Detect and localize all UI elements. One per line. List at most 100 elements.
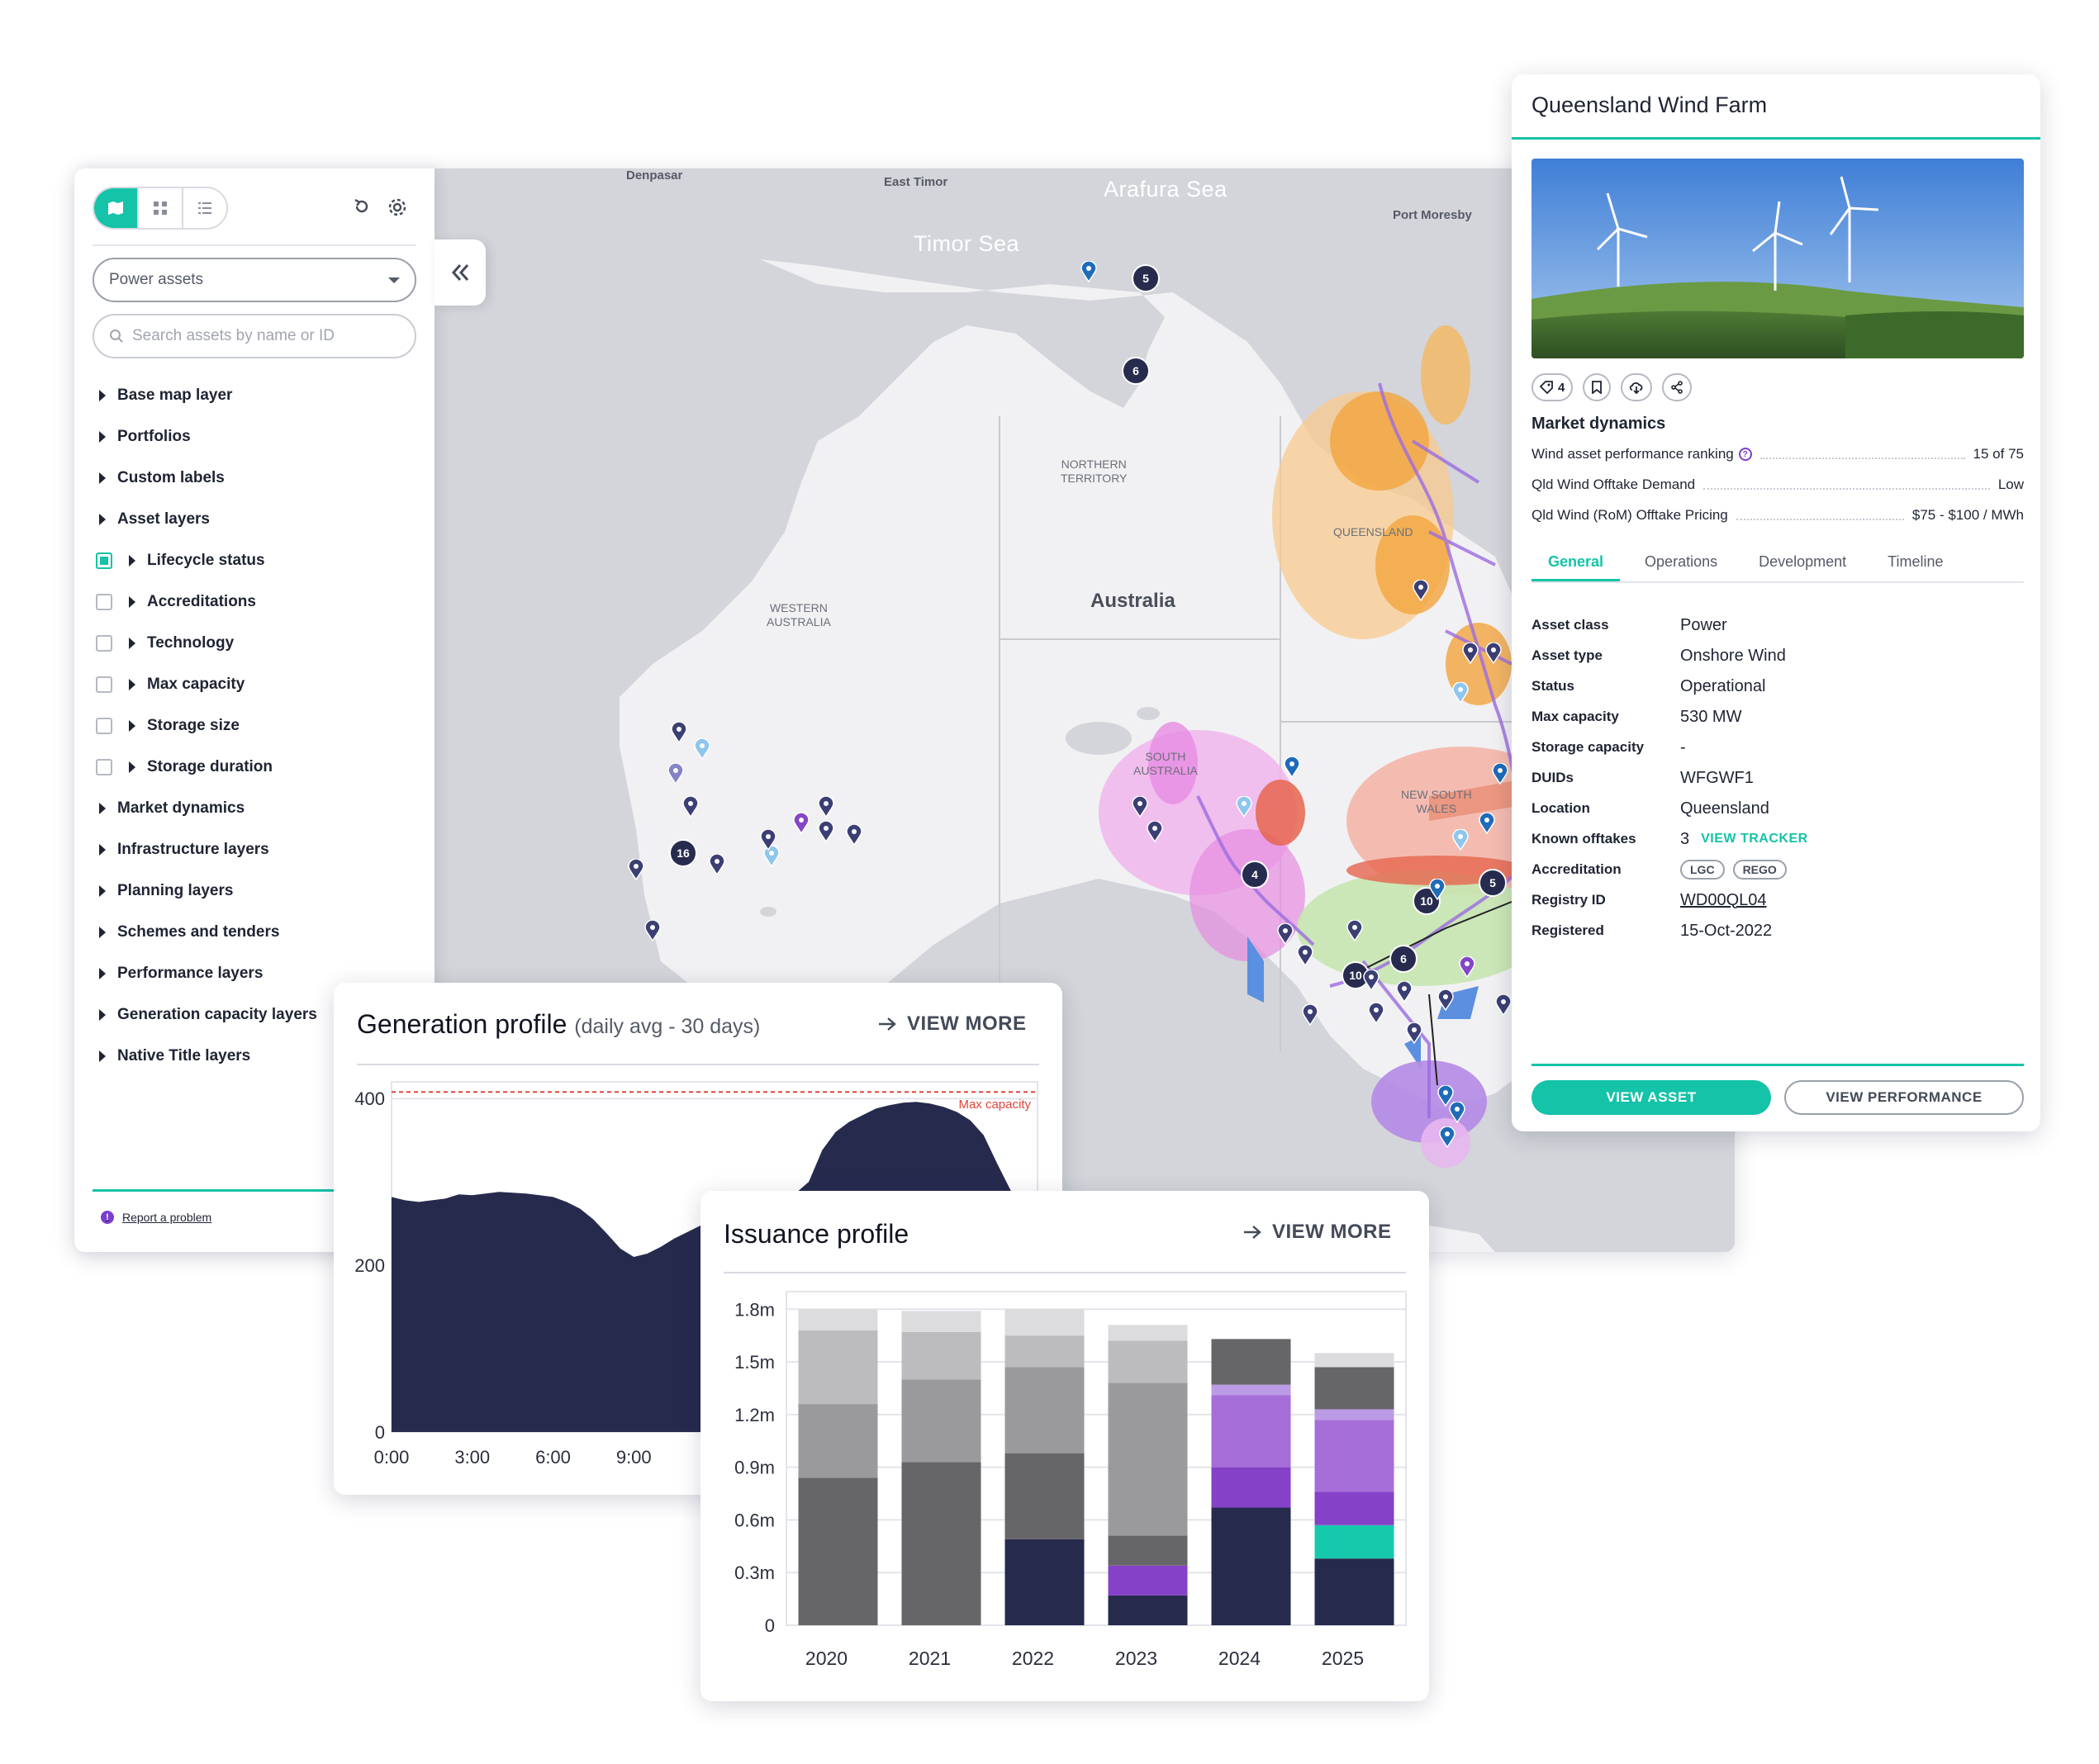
layer-checkbox[interactable] [96,552,112,569]
map-pin-icon[interactable] [1406,1022,1422,1044]
gear-icon[interactable] [387,197,408,224]
map-pin-icon[interactable] [1284,756,1300,778]
layer-item[interactable]: Infrastructure layers [96,829,426,870]
layer-item[interactable]: Lifecycle status [96,540,426,581]
list-view-button[interactable] [182,188,226,228]
caret-right-icon [99,1009,106,1021]
map-cluster[interactable]: 6 [1122,357,1150,385]
view-performance-button[interactable]: VIEW PERFORMANCE [1784,1080,2024,1115]
map-cluster[interactable]: 16 [669,839,697,867]
map-pin-icon[interactable] [1462,643,1479,664]
layer-checkbox[interactable] [96,676,112,693]
asset-type-select[interactable]: Power assets [93,258,416,302]
map-pin-icon[interactable] [1452,682,1469,704]
map-pin-icon[interactable] [1492,763,1508,785]
layer-label: Schemes and tenders [117,923,280,941]
layer-item[interactable]: Storage duration [96,747,426,788]
layer-checkbox[interactable] [96,718,112,734]
map-pin-icon[interactable] [644,920,661,941]
layer-item[interactable]: Max capacity [96,664,426,705]
layer-checkbox[interactable] [96,594,112,610]
map-pin-icon[interactable] [1396,981,1413,1003]
layer-checkbox[interactable] [96,635,112,652]
map-pin-icon[interactable] [694,738,710,760]
map-pin-icon[interactable] [1485,643,1502,664]
map-pin-icon[interactable] [793,813,810,834]
map-pin-icon[interactable] [1302,1004,1318,1026]
map-pin-icon[interactable] [1147,821,1163,842]
map-pin-icon[interactable] [1479,813,1495,834]
tab-timeline[interactable]: Timeline [1871,545,1959,581]
bar-segment [798,1477,878,1625]
map-pin-icon[interactable] [667,763,684,785]
map-pin-icon[interactable] [682,796,699,818]
grid-view-button[interactable] [137,188,182,228]
layer-label: Asset layers [117,510,210,528]
view-tracker-link[interactable]: VIEW TRACKER [1701,832,1808,846]
view-asset-button[interactable]: VIEW ASSET [1532,1080,1771,1115]
tab-general[interactable]: General [1532,545,1621,581]
map-cluster[interactable]: 4 [1241,861,1269,889]
caret-right-icon [99,844,106,856]
map-cluster[interactable]: 5 [1479,869,1507,897]
map-pin-icon[interactable] [1368,1003,1384,1024]
layer-item[interactable]: Storage size [96,705,426,747]
map-pin-icon[interactable] [1452,829,1469,851]
map-pin-icon[interactable] [1495,994,1512,1016]
map-pin-icon[interactable] [1429,879,1446,900]
map-view-button[interactable] [94,188,137,228]
caret-right-icon [99,968,106,979]
tab-operations[interactable]: Operations [1628,545,1734,581]
layer-item[interactable]: Accreditations [96,581,426,623]
y-tick-label: 400 [354,1088,385,1109]
map-pin-icon[interactable] [709,854,725,875]
reset-icon[interactable] [352,197,372,222]
layer-item[interactable]: Schemes and tenders [96,912,426,953]
map-pin-icon[interactable] [1437,989,1454,1011]
collapse-sidebar-button[interactable] [435,239,486,306]
map-pin-icon[interactable] [818,821,834,842]
field-value: Power [1680,615,1727,634]
layer-item[interactable]: Custom labels [96,458,426,499]
map-pin-icon[interactable] [1363,970,1380,991]
map-pin-icon[interactable] [846,824,862,846]
map-pin-icon[interactable] [1439,1126,1456,1148]
map-pin-icon[interactable] [1346,920,1363,941]
map-pin-icon[interactable] [1297,945,1313,966]
asset-search-input[interactable]: Search assets by name or ID [93,314,416,358]
map-cluster[interactable]: 6 [1389,945,1418,973]
map-cluster[interactable]: 5 [1132,264,1160,292]
layer-checkbox[interactable] [96,759,112,775]
layer-item[interactable]: Technology [96,623,426,664]
report-problem-link[interactable]: ! Report a problem [101,1211,211,1224]
map-pin-icon[interactable] [628,859,644,880]
caret-right-icon [99,431,106,443]
bookmark-button[interactable] [1583,373,1612,401]
map-pin-icon[interactable] [1459,956,1475,978]
field-label: Asset class [1532,617,1609,633]
map-pin-icon[interactable] [671,722,687,743]
field-label: Status [1532,678,1574,694]
tab-development[interactable]: Development [1742,545,1863,581]
help-icon[interactable]: ? [1738,448,1752,461]
download-button[interactable] [1621,373,1653,401]
registry-id-link[interactable]: WD00QL04 [1680,891,1767,910]
tag-button[interactable]: 4 [1532,373,1574,401]
field-max-capacity: Max capacity 530 MW [1532,704,2024,729]
y-tick-label: 1.2m [734,1405,775,1425]
layer-item[interactable]: Portfolios [96,416,426,458]
map-pin-icon[interactable] [1449,1102,1465,1123]
map-pin-icon[interactable] [1413,580,1429,601]
layer-item[interactable]: Asset layers [96,499,426,540]
field-storage-capacity: Storage capacity - [1532,735,2024,760]
layer-item[interactable]: Base map layer [96,375,426,416]
map-pin-icon[interactable] [1236,796,1252,818]
map-pin-icon[interactable] [760,829,776,851]
share-button[interactable] [1662,373,1693,401]
map-pin-icon[interactable] [1132,796,1148,818]
map-pin-icon[interactable] [1080,261,1097,282]
layer-item[interactable]: Market dynamics [96,788,426,829]
map-pin-icon[interactable] [818,796,834,818]
layer-item[interactable]: Planning layers [96,870,426,912]
map-pin-icon[interactable] [1277,923,1294,945]
